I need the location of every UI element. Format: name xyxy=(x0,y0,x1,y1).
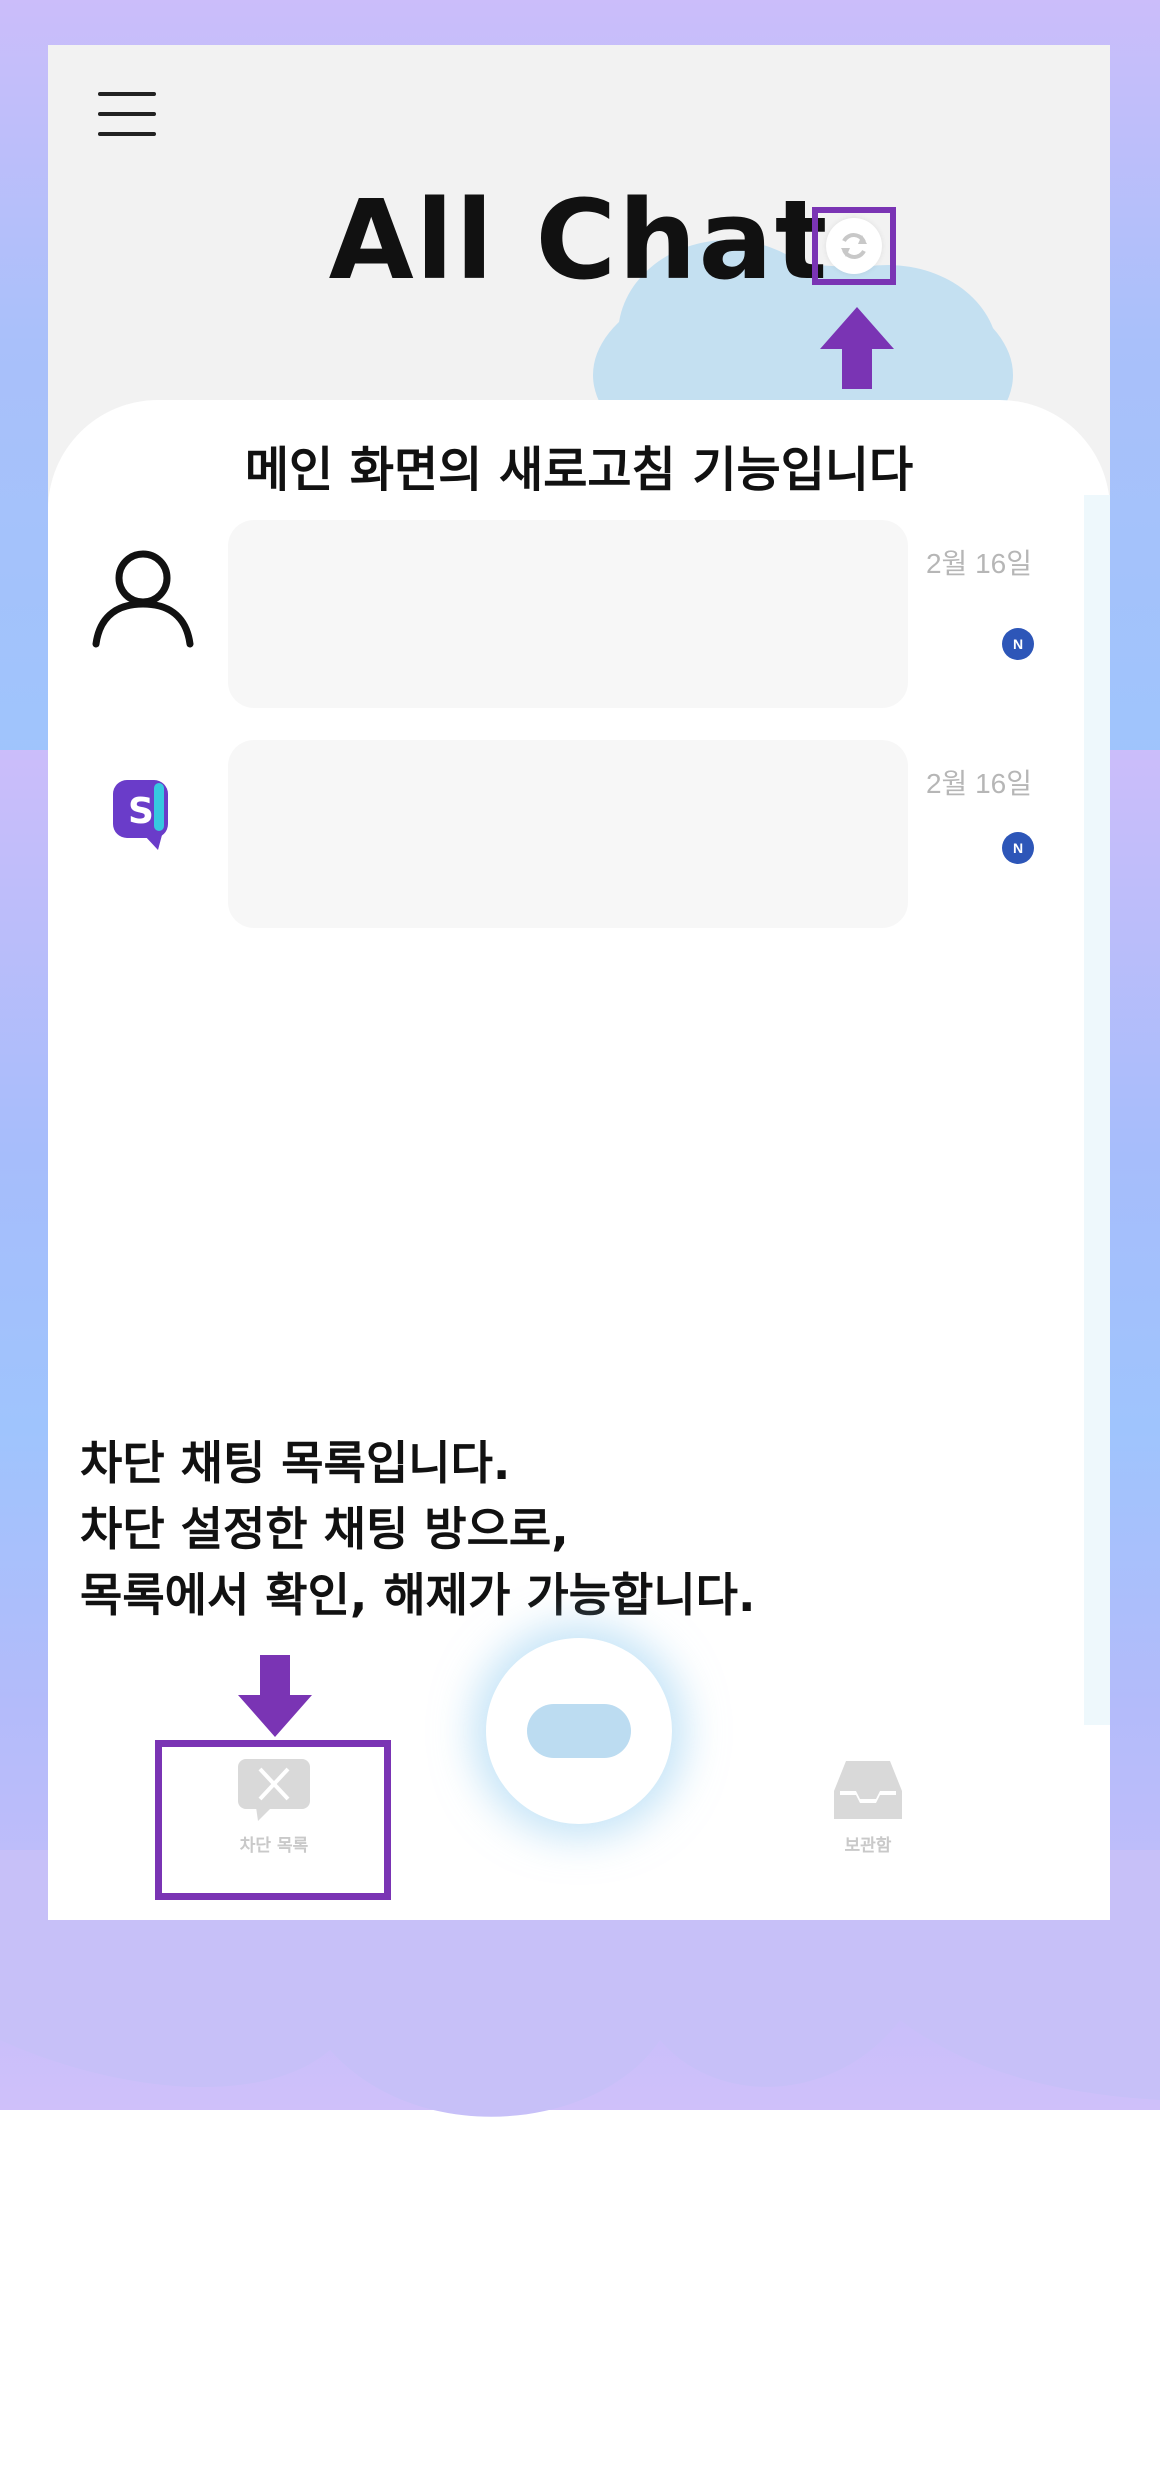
blocked-list-annotation: 차단 채팅 목록입니다. 차단 설정한 채팅 방으로, 목록에서 확인, 해제가… xyxy=(80,1436,756,1622)
refresh-icon xyxy=(841,233,867,259)
nav-blocked-list[interactable]: 차단 목록 xyxy=(194,1757,354,1856)
chat-preview[interactable] xyxy=(228,740,908,928)
refresh-button[interactable] xyxy=(826,218,882,274)
chat-preview[interactable] xyxy=(228,520,908,708)
phone-screen: All Chat 메인 화면의 새로고침 기능입니다 2월 16일 N S 2월… xyxy=(48,45,1110,1920)
nav-archive-label: 보관함 xyxy=(844,1836,892,1856)
new-badge: N xyxy=(1002,832,1034,864)
page-title: All Chat xyxy=(328,176,830,304)
user-outline-icon xyxy=(88,540,198,650)
chat-list-item[interactable]: S 2월 16일 N xyxy=(48,740,1110,930)
down-arrow-icon xyxy=(238,1655,312,1737)
up-arrow-icon xyxy=(820,307,894,389)
menu-icon[interactable] xyxy=(98,92,156,136)
refresh-highlight xyxy=(812,207,896,285)
chat-date: 2월 16일 xyxy=(925,768,1032,799)
home-pill-icon xyxy=(527,1704,631,1758)
blocked-chat-icon xyxy=(238,1759,310,1821)
nav-blocked-label: 차단 목록 xyxy=(239,1836,309,1856)
chat-list-item[interactable]: 2월 16일 N xyxy=(48,520,1110,710)
home-button[interactable] xyxy=(486,1638,672,1824)
new-badge: N xyxy=(1002,628,1034,660)
archive-tray-icon xyxy=(834,1761,902,1819)
nav-archive[interactable]: 보관함 xyxy=(788,1757,948,1856)
refresh-annotation: 메인 화면의 새로고침 기능입니다 xyxy=(244,442,914,498)
s-logo-icon: S xyxy=(88,760,198,870)
chat-date: 2월 16일 xyxy=(925,548,1032,579)
svg-text:S: S xyxy=(128,791,154,832)
